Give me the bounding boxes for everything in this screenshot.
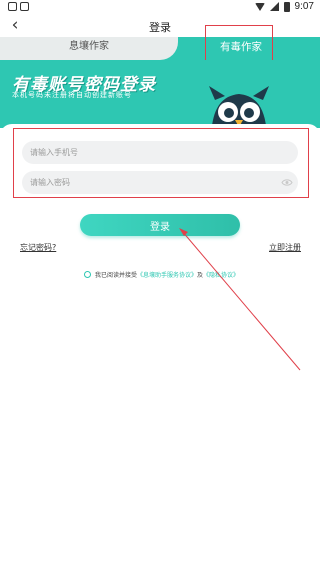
annotation-box-fields [13, 128, 309, 198]
status-indicators: 9:07 [254, 1, 314, 12]
banner-subtitle: 本机号码未注册将自动创建新账号 [12, 91, 132, 99]
wifi-icon [254, 2, 265, 11]
app-notification-icon [20, 2, 29, 11]
status-time: 9:07 [294, 1, 314, 12]
owl-mascot-icon [209, 86, 269, 128]
agreement-checkbox[interactable] [84, 270, 91, 278]
notification-icons [8, 2, 29, 11]
service-agreement-link[interactable]: 《息壤助手服务协议》 [137, 270, 197, 279]
tab-xirang-author[interactable]: 息壤作家 [0, 37, 178, 60]
agreement-prefix: 我已阅读并接受 [95, 271, 138, 279]
battery-icon [283, 1, 290, 12]
register-link[interactable]: 立即注册 [269, 242, 301, 253]
signal-icon [269, 2, 279, 11]
login-banner: 有毒账号密码登录 本机号码未注册将自动创建新账号 [0, 60, 320, 128]
privacy-agreement-link[interactable]: 《隐私协议》 [203, 270, 239, 279]
annotation-box-tab [205, 25, 273, 63]
forgot-password-link[interactable]: 忘记密码? [20, 242, 56, 253]
login-button[interactable]: 登录 [80, 214, 240, 236]
status-bar: 9:07 [0, 0, 320, 16]
app-notification-icon [8, 2, 17, 11]
agreement-row: 我已阅读并接受 《息壤助手服务协议》 及 《隐私协议》 [84, 268, 239, 280]
